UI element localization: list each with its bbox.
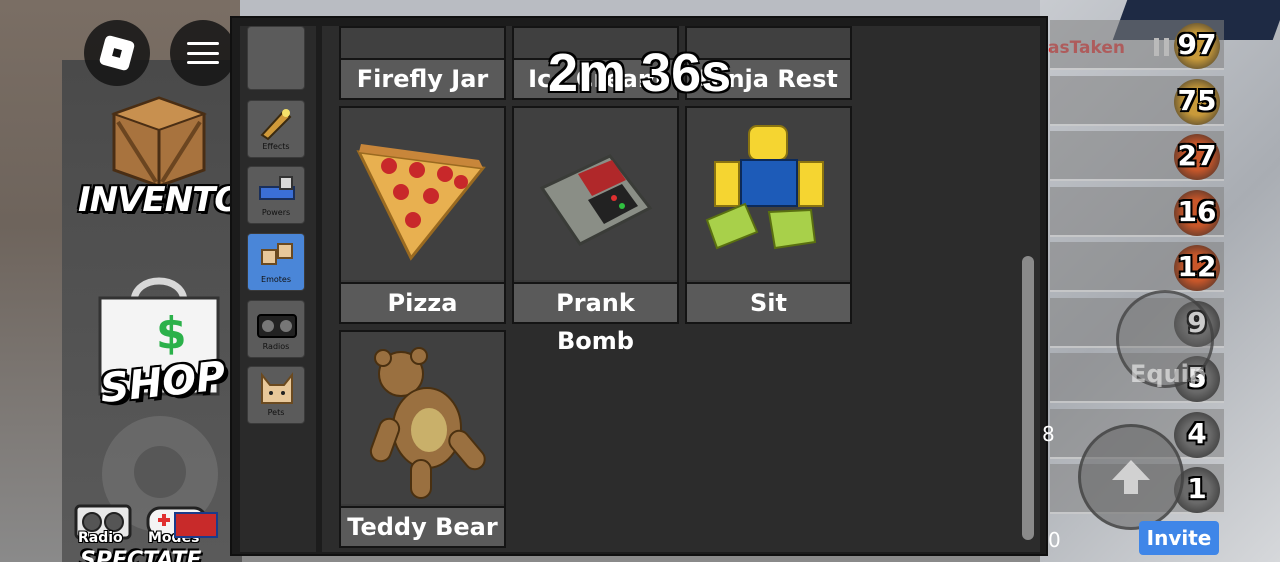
grid-item-prank-bomb[interactable]: Prank Bomb — [512, 106, 679, 355]
sit-avatar-icon — [705, 125, 824, 250]
sidebar-item-label: Emotes — [261, 275, 291, 284]
item-thumbnail — [514, 108, 677, 280]
side-digit: 0 — [1048, 528, 1061, 552]
inventory-button-label[interactable]: INVENTORY — [78, 180, 289, 220]
radio-label[interactable]: Radio — [78, 530, 123, 546]
item-thumbnail — [687, 108, 850, 280]
prank-bomb-icon — [539, 154, 653, 246]
level-number: 27 — [1177, 139, 1217, 172]
sidebar-item-label: Effects — [262, 142, 290, 151]
item-label: Prank Bomb — [514, 282, 677, 355]
joystick-knob[interactable] — [134, 446, 186, 498]
hamburger-menu-button[interactable] — [170, 20, 236, 86]
item-label: Teddy Bear — [341, 506, 504, 546]
sidebar-item-radios[interactable]: Radios — [247, 300, 305, 358]
sidebar-item-label: Pets — [267, 408, 285, 417]
item-thumbnail — [341, 108, 504, 280]
grid-item-firefly-jar[interactable]: Firefly Jar — [339, 26, 506, 100]
sidebar-item-label: Radios — [262, 342, 290, 351]
item-label: Sit — [687, 282, 850, 322]
roblox-logo-icon — [98, 34, 136, 72]
item-label: Pizza — [341, 282, 504, 322]
inventory-crate-icon[interactable] — [104, 94, 214, 190]
equip-label[interactable]: Equip — [1130, 360, 1206, 388]
level-number: 12 — [1177, 250, 1217, 283]
level-number: 97 — [1177, 28, 1217, 61]
powers-icon — [259, 176, 295, 200]
effects-icon — [260, 109, 292, 141]
roblox-menu-button[interactable] — [84, 20, 150, 86]
round-timer: 2m 36s — [548, 43, 732, 103]
level-number: 16 — [1177, 194, 1217, 228]
modes-flag — [174, 512, 218, 538]
sidebar-item-label: Powers — [261, 208, 291, 217]
pizza-icon — [356, 144, 486, 261]
grid-item-teddy-bear[interactable]: Teddy Bear — [339, 330, 506, 548]
invite-button[interactable]: Invite — [1139, 521, 1219, 555]
hamburger-icon — [187, 42, 219, 64]
sidebar-item-powers[interactable]: Powers — [247, 166, 305, 224]
spectate-label[interactable]: SPECTATE — [80, 548, 201, 562]
sidebar-item-effects[interactable]: Effects — [247, 100, 305, 158]
item-thumbnail — [341, 28, 504, 58]
level-number: 4 — [1187, 416, 1207, 450]
jump-arrow-icon — [1112, 460, 1150, 494]
radios-icon — [257, 314, 297, 338]
item-label: Firefly Jar — [341, 58, 504, 98]
grid-scrollbar[interactable] — [1022, 256, 1034, 540]
item-thumbnail — [341, 332, 504, 504]
teddy-bear-icon — [369, 347, 486, 499]
sidebar-item-partial[interactable] — [247, 26, 305, 90]
dollar-sign: $ — [156, 308, 187, 359]
sidebar-item-emotes[interactable]: Emotes — [247, 233, 305, 291]
sidebar-item-pets[interactable]: Pets — [247, 366, 305, 424]
side-digit: 8 — [1042, 422, 1055, 446]
pets-icon — [261, 372, 293, 404]
emotes-icon — [261, 243, 293, 265]
grid-item-pizza[interactable]: Pizza — [339, 106, 506, 324]
grid-item-sit[interactable]: Sit — [685, 106, 852, 324]
level-number: 75 — [1177, 83, 1217, 117]
